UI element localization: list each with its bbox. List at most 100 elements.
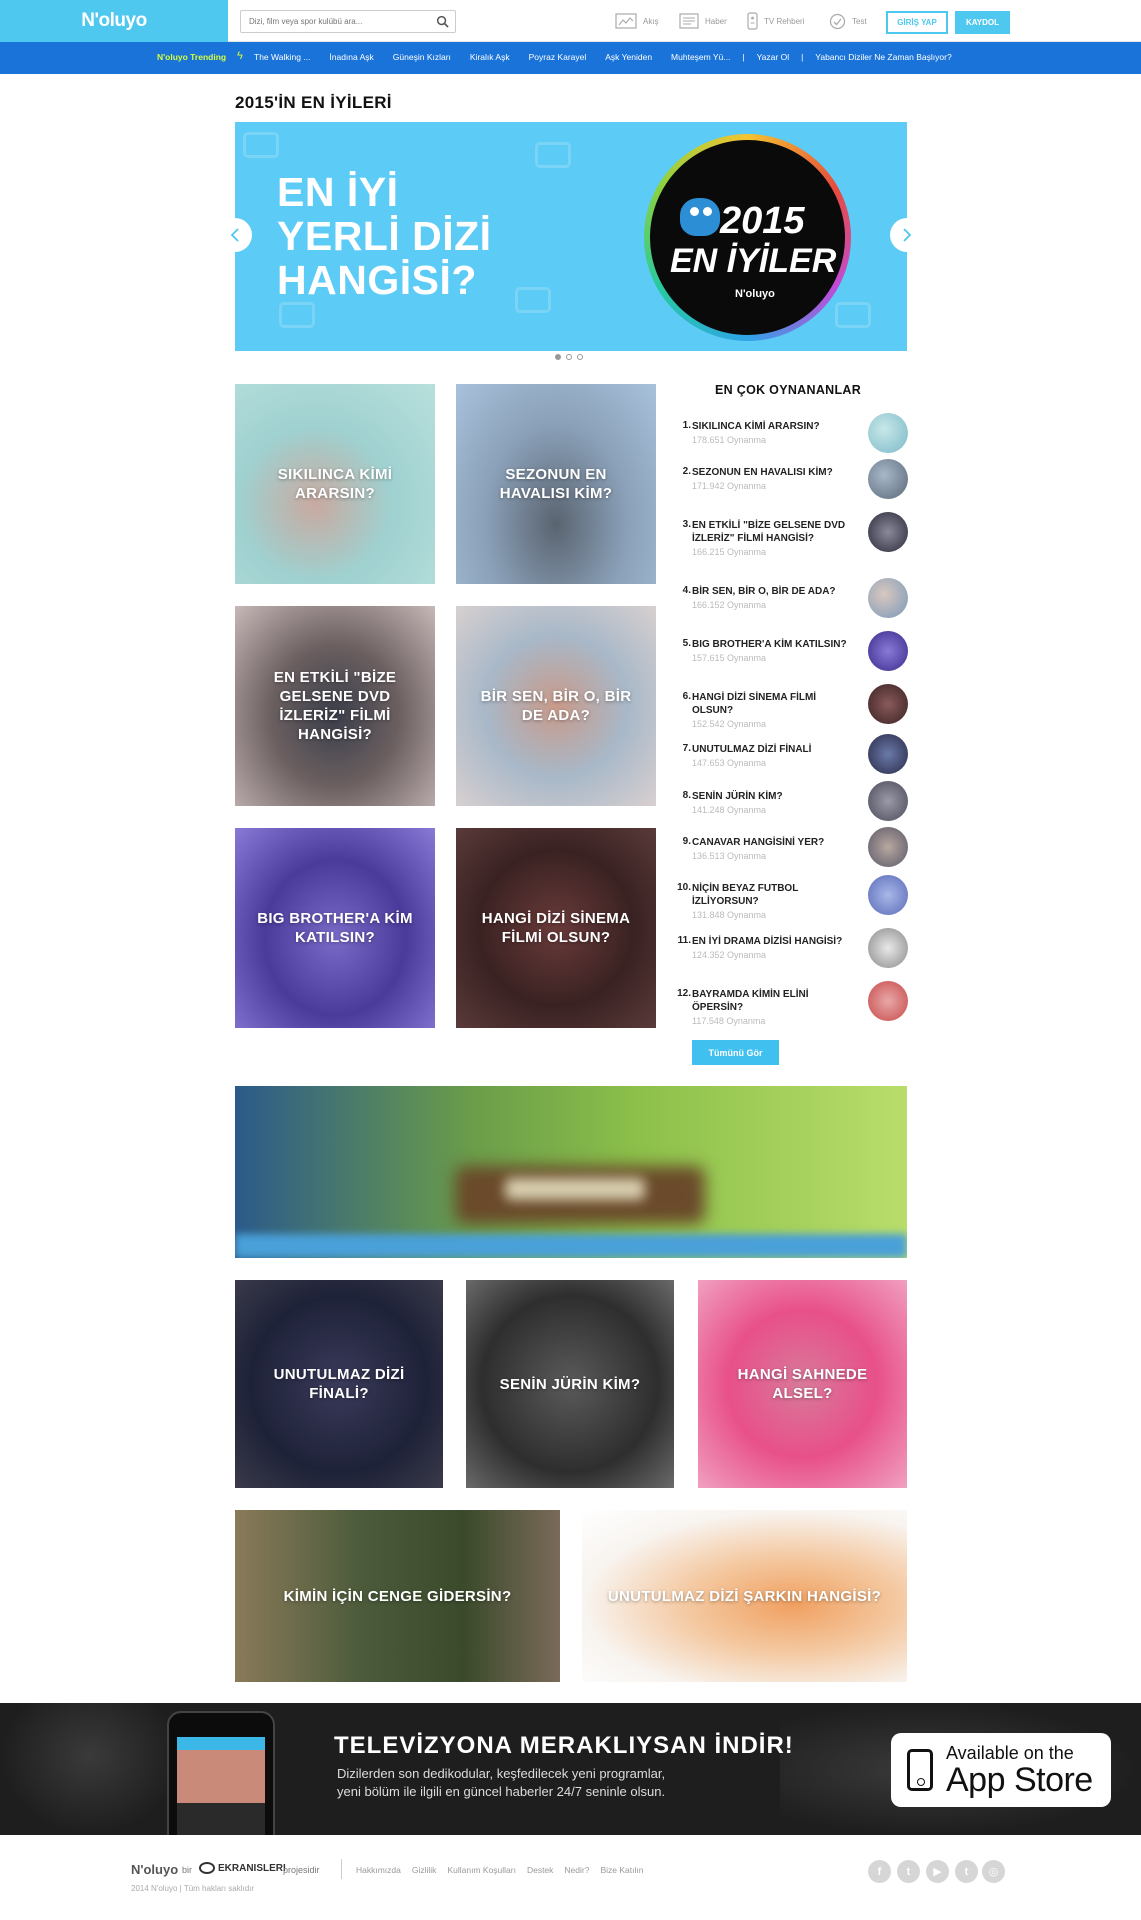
rank-number: 9.: [682, 836, 691, 847]
login-button[interactable]: GİRİŞ YAP: [886, 11, 948, 34]
tv-deco-icon: [279, 302, 315, 328]
rank-number: 1.: [682, 420, 691, 431]
rank-title: BİR SEN, BİR O, BİR DE ADA?: [692, 586, 836, 597]
site-logo[interactable]: N'oluyo: [0, 0, 228, 42]
quiz-card[interactable]: BİR SEN, BİR O, BİR DE ADA?: [456, 606, 656, 806]
footer-link[interactable]: Hakkımızda: [356, 1865, 401, 1875]
footer-project: projesidir: [283, 1865, 320, 1875]
best-of-2015-badge: 2015 EN İYİLER N'oluyo: [644, 134, 851, 341]
footer-logo[interactable]: N'oluyo: [131, 1862, 178, 1877]
slider-prev-button[interactable]: [218, 218, 252, 252]
rank-thumbnail: [868, 981, 908, 1021]
rank-name: EN ETKİLİ "BİZE GELSENE DVD İZLERİZ" FİL…: [692, 519, 852, 559]
rank-number: 8.: [682, 790, 691, 801]
search-icon[interactable]: [436, 15, 449, 28]
twitter-icon[interactable]: t: [897, 1860, 920, 1883]
tv-deco-icon: [535, 142, 571, 168]
rank-plays: 136.513 Oynanma: [692, 851, 767, 861]
nav-news[interactable]: Haber: [679, 12, 727, 30]
rank-thumbnail: [868, 781, 908, 821]
rank-number: 12.: [677, 988, 691, 999]
ekranisleri-icon: [199, 1862, 215, 1874]
footer-link[interactable]: Bize Katılın: [600, 1865, 643, 1875]
see-all-button[interactable]: Tümünü Gör: [692, 1040, 779, 1065]
footer-link[interactable]: Gizlilik: [412, 1865, 437, 1875]
rank-title: SEZONUN EN HAVALISI KİM?: [692, 467, 833, 478]
tv-guide-icon: [747, 12, 758, 30]
nav-feed[interactable]: Akış: [615, 12, 659, 30]
quiz-card[interactable]: BIG BROTHER'A KİM KATILSIN?: [235, 828, 435, 1028]
slider-dot[interactable]: [577, 354, 583, 360]
nav-test[interactable]: Test: [829, 12, 867, 30]
rank-name: BİR SEN, BİR O, BİR DE ADA? 166.152 Oynan…: [692, 585, 852, 612]
rank-title: BAYRAMDA KİMİN ELİNİ ÖPERSİN?: [692, 989, 809, 1013]
footer-links: Hakkımızda Gizlilik Kullanım Koşulları D…: [356, 1865, 643, 1875]
quiz-card[interactable]: UNUTULMAZ DİZİ ŞARKIN HANGİSİ?: [582, 1510, 907, 1682]
rank-name: HANGİ DİZİ SİNEMA FİLMİ OLSUN? 152.542 Oy…: [692, 691, 852, 731]
quiz-card[interactable]: SIKILINCA KİMİ ARARSIN?: [235, 384, 435, 584]
quiz-card[interactable]: SENİN JÜRİN KİM?: [466, 1280, 674, 1488]
quiz-card[interactable]: KİMİN İÇİN CENGE GİDERSİN?: [235, 1510, 560, 1682]
search-box: [240, 10, 456, 33]
trending-item[interactable]: Güneşin Kızları: [393, 52, 451, 62]
tv-deco-icon: [243, 132, 279, 158]
signup-button[interactable]: KAYDOL: [955, 11, 1010, 34]
trending-list: The Walking ... İnadına Aşk Güneşin Kızl…: [254, 52, 971, 62]
badge-text: EN İYİLER: [670, 242, 837, 280]
game-ad-banner[interactable]: [235, 1086, 907, 1258]
trending-item[interactable]: Kiralık Aşk: [470, 52, 510, 62]
quiz-card[interactable]: HANGİ SAHNEDE ALSEL?: [698, 1280, 907, 1488]
trending-item[interactable]: The Walking ...: [254, 52, 310, 62]
trending-item[interactable]: Yazar Ol: [757, 52, 789, 62]
rank-title: BIG BROTHER'A KİM KATILSIN?: [692, 639, 847, 650]
rank-title: EN ETKİLİ "BİZE GELSENE DVD İZLERİZ" FİL…: [692, 520, 846, 544]
rank-name: SIKILINCA KİMİ ARARSIN? 178.651 Oynanma: [692, 420, 852, 447]
footer-link[interactable]: Kullanım Koşulları: [447, 1865, 516, 1875]
rank-number: 6.: [682, 691, 691, 702]
nav-tv-guide[interactable]: TV Rehberi: [747, 12, 804, 30]
slider-dot[interactable]: [566, 354, 572, 360]
footer-link[interactable]: Destek: [527, 1865, 553, 1875]
tumblr-icon[interactable]: t: [955, 1860, 978, 1883]
hero-line: EN İYİ: [277, 169, 399, 215]
slider-dot[interactable]: [555, 354, 561, 360]
facebook-icon[interactable]: f: [868, 1860, 891, 1883]
quiz-card[interactable]: HANGİ DİZİ SİNEMA FİLMİ OLSUN?: [456, 828, 656, 1028]
app-store-button[interactable]: Available on the App Store: [891, 1733, 1111, 1807]
search-input[interactable]: [241, 11, 421, 32]
quiz-card-title: UNUTULMAZ DİZİ ŞARKIN HANGİSİ?: [607, 1587, 882, 1605]
trending-item[interactable]: İnadına Aşk: [329, 52, 373, 62]
phone-mockup: [167, 1711, 275, 1835]
monster-mascot-icon: [680, 198, 720, 236]
trending-item[interactable]: Aşk Yeniden: [605, 52, 652, 62]
footer-link[interactable]: Nedir?: [564, 1865, 589, 1875]
rank-name: BIG BROTHER'A KİM KATILSIN? 157.615 Oynan…: [692, 638, 852, 665]
quiz-card[interactable]: EN ETKİLİ "BİZE GELSENE DVD İZLERİZ" FİL…: [235, 606, 435, 806]
rank-thumbnail: [868, 459, 908, 499]
quiz-card[interactable]: UNUTULMAZ DİZİ FİNALİ?: [235, 1280, 443, 1488]
trending-item[interactable]: Muhteşem Yü...: [671, 52, 730, 62]
rank-title: SIKILINCA KİMİ ARARSIN?: [692, 421, 820, 432]
slider-next-button[interactable]: [890, 218, 924, 252]
nav-news-label: Haber: [705, 16, 727, 26]
chevron-left-icon: [230, 228, 239, 242]
instagram-icon[interactable]: ◎: [982, 1860, 1005, 1883]
quiz-card-title: KİMİN İÇİN CENGE GİDERSİN?: [283, 1587, 512, 1605]
youtube-icon[interactable]: ▶: [926, 1860, 949, 1883]
ekranisleri-logo[interactable]: EKRANISLERI: [199, 1862, 286, 1874]
hero-headline: EN İYİ YERLİ DİZİ HANGİSİ?: [277, 170, 492, 302]
most-played-title: EN ÇOK OYNANANLAR: [715, 383, 862, 397]
rank-thumbnail: [868, 631, 908, 671]
quiz-card[interactable]: SEZONUN EN HAVALISI KİM?: [456, 384, 656, 584]
rank-name: BAYRAMDA KİMİN ELİNİ ÖPERSİN? 117.548 Oyn…: [692, 988, 852, 1028]
quiz-card-title: SIKILINCA KİMİ ARARSIN?: [277, 466, 393, 502]
footer-bir: bir: [182, 1865, 193, 1875]
trending-item[interactable]: Yabancı Diziler Ne Zaman Başlıyor?: [815, 52, 951, 62]
rank-name: CANAVAR HANGİSİNİ YER? 136.513 Oynanma: [692, 836, 852, 863]
phone-icon: [907, 1749, 933, 1791]
banner-image: [505, 1178, 645, 1200]
rank-plays: 141.248 Oynanma: [692, 805, 767, 815]
trending-item[interactable]: Poyraz Karayel: [529, 52, 587, 62]
hero-slider[interactable]: EN İYİ YERLİ DİZİ HANGİSİ? 2015 EN İYİLE…: [235, 122, 907, 351]
trending-label: N'oluyo Trending: [157, 52, 227, 62]
